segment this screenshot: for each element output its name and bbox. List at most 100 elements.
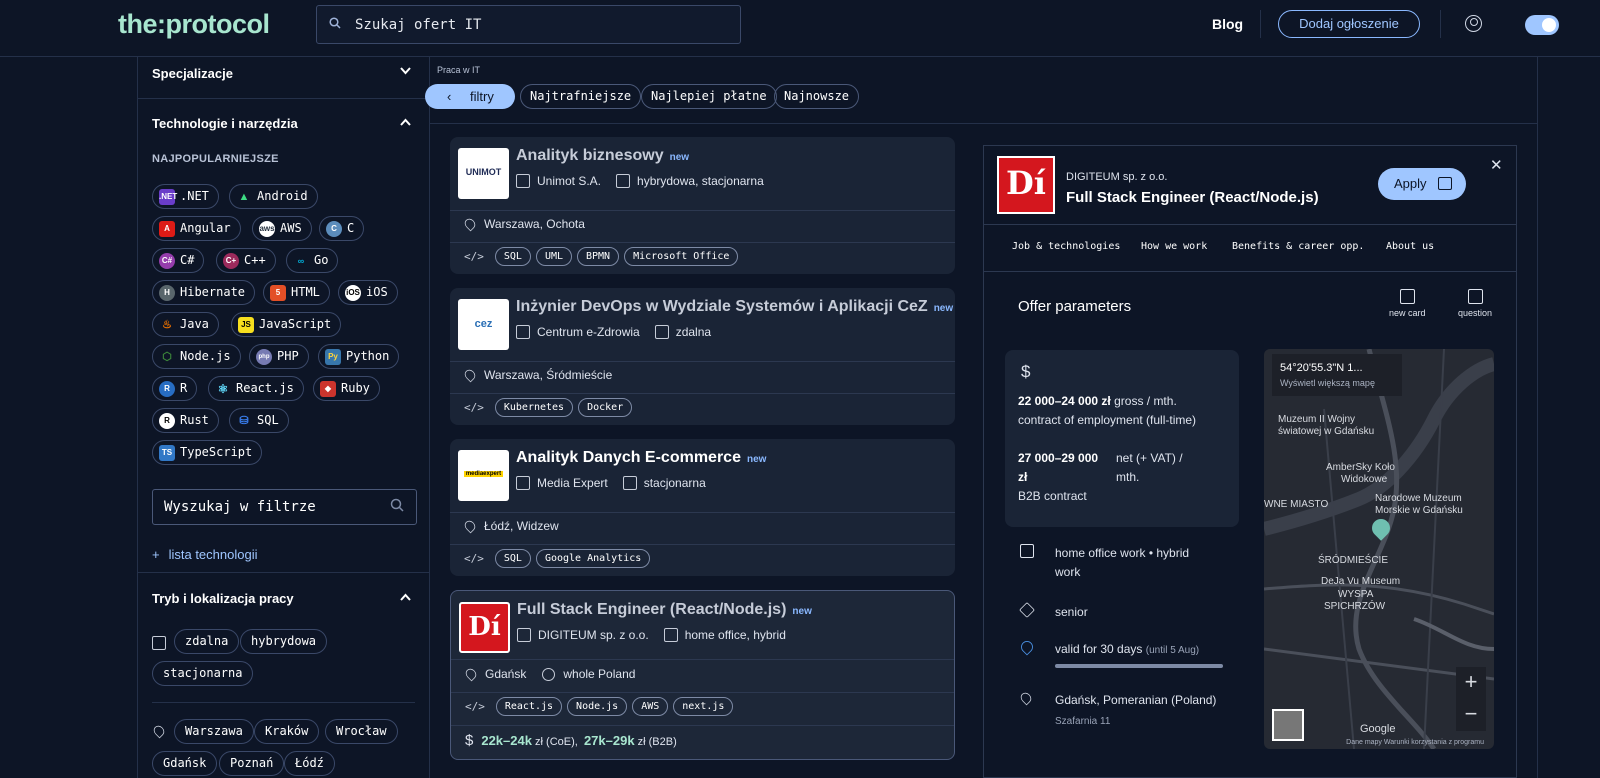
- tech-chip-go[interactable]: ∞ Go: [286, 248, 339, 273]
- tech-chip-nodejs[interactable]: ⬡ Node.js: [152, 344, 241, 369]
- tech-chip-java[interactable]: ♨ Java: [152, 312, 219, 337]
- breadcrumb[interactable]: Praca w IT: [437, 65, 480, 75]
- validity-progress: [1055, 664, 1223, 668]
- job-card-selected[interactable]: Dí Full Stack Engineer (React/Node.js) ne…: [450, 590, 955, 760]
- city-chip-lodz[interactable]: Łódź: [284, 751, 335, 776]
- tag[interactable]: Node.js: [567, 697, 628, 716]
- tag[interactable]: Microsoft Office: [624, 247, 739, 266]
- chevron-up-icon[interactable]: [400, 117, 411, 127]
- tech-chip-rust[interactable]: R Rust: [152, 408, 219, 433]
- section-work-mode[interactable]: Tryb i lokalizacja pracy: [152, 591, 294, 606]
- apply-button[interactable]: Apply: [1378, 168, 1466, 200]
- add-offer-button[interactable]: Dodaj ogłoszenie: [1278, 10, 1420, 38]
- tech-chip-angular[interactable]: A Angular: [152, 216, 241, 241]
- tech-chip-dotnet[interactable]: .NET .NET: [152, 184, 219, 209]
- tech-chip-aws[interactable]: aws AWS: [252, 216, 312, 241]
- building-icon: [517, 628, 531, 642]
- city-chip-warszawa[interactable]: Warszawa: [174, 719, 254, 744]
- tech-chip-javascript[interactable]: JS JavaScript: [231, 312, 342, 337]
- city-chip-krakow[interactable]: Kraków: [254, 719, 320, 744]
- job-title[interactable]: Full Stack Engineer (React/Node.js) new: [517, 601, 812, 619]
- sort-best-paid[interactable]: Najlepiej płatne: [641, 84, 777, 109]
- detail-company[interactable]: DIGITEUM sp. z o.o.: [1066, 171, 1167, 183]
- zoom-in-button[interactable]: +: [1456, 667, 1486, 699]
- job-title[interactable]: Inżynier DevOps w Wydziale Systemów i Ap…: [516, 298, 953, 316]
- map-footer[interactable]: Dane mapy Warunki korzystania z programu: [1264, 739, 1494, 746]
- close-icon[interactable]: ✕: [1490, 156, 1503, 174]
- tech-chip-sql[interactable]: ⛁ SQL: [229, 408, 289, 433]
- tech-chip-reactjs[interactable]: ⚛ React.js: [208, 376, 304, 401]
- section-technologies[interactable]: Technologie i narzędzia: [152, 116, 298, 131]
- job-title[interactable]: Analityk Danych E-commerce new: [516, 449, 766, 467]
- city-chip-gdansk[interactable]: Gdańsk: [152, 751, 218, 776]
- city-chip-poznan[interactable]: Poznań: [219, 751, 285, 776]
- divider: [451, 659, 954, 660]
- tab-about-us[interactable]: About us: [1386, 241, 1434, 252]
- divider: [450, 512, 955, 513]
- job-card[interactable]: mediaexpert Analityk Danych E-commerce ne…: [450, 439, 955, 576]
- search-input[interactable]: Szukaj ofert IT: [316, 5, 741, 44]
- tech-chip-ios[interactable]: iOS iOS: [338, 280, 398, 305]
- job-card[interactable]: cez Inżynier DevOps w Wydziale Systemów …: [450, 288, 955, 425]
- mode-chip-hybrid[interactable]: hybrydowa: [240, 629, 328, 654]
- tag[interactable]: SQL: [494, 247, 531, 266]
- mode-chip-office[interactable]: stacjonarna: [152, 661, 254, 686]
- globe-icon: [542, 667, 556, 681]
- filters-button[interactable]: ‹ filtry: [425, 84, 515, 109]
- section-specializations[interactable]: Specjalizacje: [152, 66, 233, 81]
- tech-chip-hibernate[interactable]: H Hibernate: [152, 280, 256, 305]
- filter-search-input[interactable]: Wyszukaj w filtrze: [152, 489, 417, 525]
- theme-toggle[interactable]: [1525, 15, 1559, 35]
- company-meta: Centrum e-Zdrowia zdalna: [516, 325, 711, 339]
- android-icon: ▲: [238, 190, 250, 203]
- tag[interactable]: AWS: [632, 697, 669, 716]
- tech-chip-android[interactable]: ▲ Android: [229, 184, 318, 209]
- zoom-out-button[interactable]: −: [1456, 699, 1486, 731]
- tab-benefits[interactable]: Benefits & career opp.: [1232, 241, 1364, 252]
- job-card[interactable]: UNIMOT Analityk biznesowy new Unimot S.A.…: [450, 137, 955, 274]
- tab-job-technologies[interactable]: Job & technologies: [1012, 241, 1120, 252]
- map-layer-thumbnail[interactable]: [1272, 709, 1304, 741]
- user-icon[interactable]: [1465, 15, 1482, 32]
- tag[interactable]: React.js: [495, 697, 563, 716]
- chat-icon: [1467, 289, 1483, 304]
- tag[interactable]: BPMN: [577, 247, 620, 266]
- divider: [450, 210, 955, 211]
- tech-chip-csharp[interactable]: C# C#: [152, 248, 205, 273]
- chevron-up-icon[interactable]: [400, 592, 411, 602]
- divider: [430, 123, 1538, 124]
- tech-chip-r[interactable]: RR: [152, 376, 198, 401]
- job-title[interactable]: Analityk biznesowy new: [516, 147, 689, 165]
- tech-chip-typescript[interactable]: TS TypeScript: [152, 440, 263, 465]
- mode-chip-remote[interactable]: zdalna: [174, 629, 240, 654]
- sort-newest[interactable]: Najnowsze: [774, 84, 860, 109]
- tech-chip-python[interactable]: Py Python: [318, 344, 400, 369]
- location-icon: [151, 723, 167, 739]
- divider: [984, 224, 1516, 225]
- new-card-button[interactable]: new card: [1389, 289, 1426, 318]
- tech-chip-c[interactable]: CC: [319, 216, 365, 241]
- location-icon: [462, 367, 478, 383]
- tech-chip-php[interactable]: php PHP: [249, 344, 309, 369]
- tab-how-we-work[interactable]: How we work: [1141, 241, 1207, 252]
- tech-list-link[interactable]: + lista technologii: [152, 547, 257, 562]
- question-button[interactable]: question: [1458, 289, 1492, 318]
- tech-chip-html[interactable]: 5 HTML: [263, 280, 330, 305]
- tag[interactable]: next.js: [673, 697, 734, 716]
- location-map[interactable]: 54°20'55.3"N 1... Wyświetl większą mapę M…: [1264, 349, 1494, 749]
- map-coordinates[interactable]: 54°20'55.3"N 1... Wyświetl większą mapę: [1272, 354, 1402, 396]
- tag[interactable]: SQL: [494, 549, 531, 568]
- chevron-down-icon[interactable]: [400, 66, 411, 76]
- sort-relevant[interactable]: Najtrafniejsze: [520, 84, 642, 109]
- site-logo[interactable]: the:protocol: [118, 9, 270, 40]
- tech-chip-cpp[interactable]: C+ C++: [216, 248, 276, 273]
- tech-chip-ruby[interactable]: ◆ Ruby: [313, 376, 380, 401]
- code-icon: </>: [464, 552, 484, 565]
- tag[interactable]: UML: [535, 247, 572, 266]
- tag[interactable]: Google Analytics: [535, 549, 651, 568]
- tag[interactable]: Docker: [578, 398, 633, 417]
- city-chip-wroclaw[interactable]: Wrocław: [325, 719, 398, 744]
- code-icon: </>: [464, 250, 484, 263]
- tag[interactable]: Kubernetes: [494, 398, 574, 417]
- blog-link[interactable]: Blog: [1212, 16, 1243, 32]
